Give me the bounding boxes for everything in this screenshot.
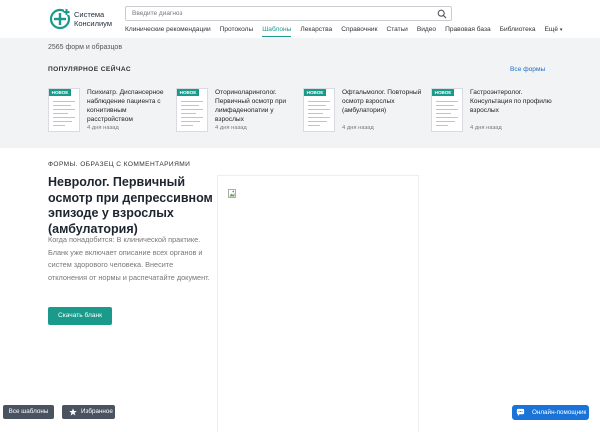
nav-item-drugs[interactable]: Лекарства [300,25,332,37]
all-forms-link[interactable]: Все формы [510,66,545,73]
forms-count: 2565 форм и образцов [48,44,123,51]
nav-more-label: Ещё [544,26,559,33]
popular-heading: ПОПУЛЯРНОЕ СЕЙЧАС [48,66,132,73]
nav-item-library[interactable]: Библиотека [500,25,536,37]
popular-card[interactable]: НОВОЕ Офтальмолог. Повторный осмотр взро… [303,88,428,134]
template-description: Когда понадобится: В клинической практик… [48,235,210,282]
help-label: Онлайн-помощник [532,409,587,416]
all-templates-button[interactable]: Все шаблоны [3,405,54,419]
nav-item-video[interactable]: Видео [417,25,436,37]
search-icon[interactable] [437,9,447,19]
card-date: 4 дня назад [215,125,247,131]
nav-item-articles[interactable]: Статьи [386,25,407,37]
card-title: Оториноларинголог. Первичный осмотр при … [215,89,287,123]
favorites-label: Избранное [81,408,113,415]
page-title: Невролог. Первичный осмотр при депрессив… [48,175,213,236]
document-thumbnail: НОВОЕ [303,88,335,132]
logo-text[interactable]: Система Консилиум [74,10,113,28]
card-title: Офтальмолог. Повторный осмотр взрослых (… [342,89,422,114]
nav-item-legal[interactable]: Правовая база [445,25,491,37]
chat-icon [516,408,525,417]
nav-item-protocols[interactable]: Протоколы [220,25,254,37]
card-date: 4 дня назад [470,125,502,131]
online-help-button[interactable]: Онлайн-помощник [512,405,589,420]
star-icon [69,408,77,416]
main-nav: Клинические рекомендации Протоколы Шабло… [125,25,571,37]
logo-cross-icon[interactable] [49,8,71,30]
nav-item-reference[interactable]: Справочник [341,25,377,37]
nav-item-more[interactable]: Ещё ▾ [545,25,563,37]
popular-card[interactable]: НОВОЕ Гастроэнтеролог. Консультация по п… [431,88,556,134]
new-badge: НОВОЕ [304,89,326,96]
favorites-button[interactable]: Избранное [62,405,115,419]
search-placeholder: Введите диагноз [132,10,183,17]
nav-item-templates[interactable]: Шаблоны [262,25,292,37]
broken-image-icon [228,189,236,198]
card-date: 4 дня назад [342,125,374,131]
document-preview [217,175,419,432]
document-thumbnail: НОВОЕ [431,88,463,132]
section-label: ФОРМЫ. ОБРАЗЕЦ С КОММЕНТАРИЯМИ [48,161,191,168]
card-title: Психиатр. Диспансерное наблюдение пациен… [87,89,164,123]
new-badge: НОВОЕ [177,89,199,96]
site-header: Система Консилиум Введите диагноз Клинич… [0,0,600,38]
popular-card[interactable]: НОВОЕ Оториноларинголог. Первичный осмот… [176,88,301,134]
chevron-down-icon: ▾ [559,27,563,33]
logo-line-2: Консилиум [74,18,113,28]
popular-card[interactable]: НОВОЕ Психиатр. Диспансерное наблюдение … [48,88,173,134]
nav-item-clinical-guidelines[interactable]: Клинические рекомендации [125,25,211,37]
card-date: 4 дня назад [87,125,119,131]
new-badge: НОВОЕ [49,89,71,96]
document-thumbnail: НОВОЕ [176,88,208,132]
card-title: Гастроэнтеролог. Консультация по профилю… [470,89,552,114]
search-input[interactable]: Введите диагноз [125,6,452,21]
document-thumbnail: НОВОЕ [48,88,80,132]
download-button[interactable]: Скачать бланк [48,307,112,325]
new-badge: НОВОЕ [432,89,454,96]
